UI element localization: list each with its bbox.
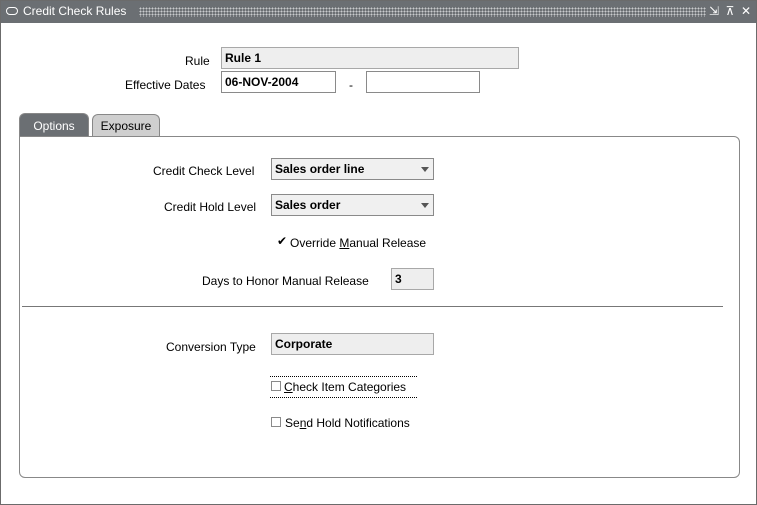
conversion-type-label: Conversion Type — [166, 340, 256, 354]
credit-check-rules-window: Credit Check Rules ⇲ ⊼ ✕ Rule Rule 1 Eff… — [0, 0, 757, 505]
tab-exposure[interactable]: Exposure — [92, 114, 160, 137]
title-bar-pattern — [139, 7, 706, 17]
send-hold-notifications-label: Send Hold Notifications — [285, 416, 410, 430]
chevron-down-icon — [421, 203, 429, 208]
days-to-honor-field[interactable]: 3 — [391, 268, 434, 290]
title-bar[interactable]: Credit Check Rules ⇲ ⊼ ✕ — [1, 1, 756, 23]
close-icon[interactable]: ✕ — [740, 4, 752, 19]
rule-field[interactable]: Rule 1 — [221, 47, 519, 69]
checkbox-icon — [271, 417, 281, 427]
credit-check-level-select[interactable]: Sales order line — [271, 158, 434, 180]
credit-hold-level-label: Credit Hold Level — [164, 200, 257, 214]
credit-hold-level-select[interactable]: Sales order — [271, 194, 434, 216]
section-divider — [22, 306, 723, 307]
effective-date-to-field[interactable] — [366, 71, 480, 93]
effective-dates-label: Effective Dates — [125, 78, 206, 92]
credit-hold-level-value: Sales order — [275, 198, 341, 212]
send-hold-notifications-checkbox[interactable]: Send Hold Notifications — [271, 416, 431, 432]
window-title: Credit Check Rules — [23, 4, 127, 18]
rule-label: Rule — [185, 54, 210, 68]
days-to-honor-label: Days to Honor Manual Release — [202, 274, 369, 288]
check-item-categories-label: Check Item Categories — [284, 380, 407, 394]
chevron-down-icon — [421, 167, 429, 172]
date-separator: - — [349, 78, 353, 92]
credit-check-level-value: Sales order line — [275, 162, 365, 176]
tab-options[interactable]: Options — [19, 113, 89, 137]
checkbox-checked-icon: ✔ — [277, 234, 288, 248]
effective-date-from-field[interactable]: 06-NOV-2004 — [221, 71, 336, 93]
maximize-icon[interactable]: ⊼ — [724, 4, 736, 19]
override-manual-release-label: Override Manual Release — [290, 236, 427, 250]
credit-check-level-label: Credit Check Level — [153, 164, 255, 178]
minimize-icon[interactable]: ⇲ — [708, 4, 720, 19]
checkbox-icon — [271, 381, 281, 391]
window-menu-icon[interactable] — [6, 7, 18, 15]
conversion-type-field[interactable]: Corporate — [271, 333, 434, 355]
check-item-categories-checkbox[interactable]: Check Item Categories — [270, 376, 417, 398]
